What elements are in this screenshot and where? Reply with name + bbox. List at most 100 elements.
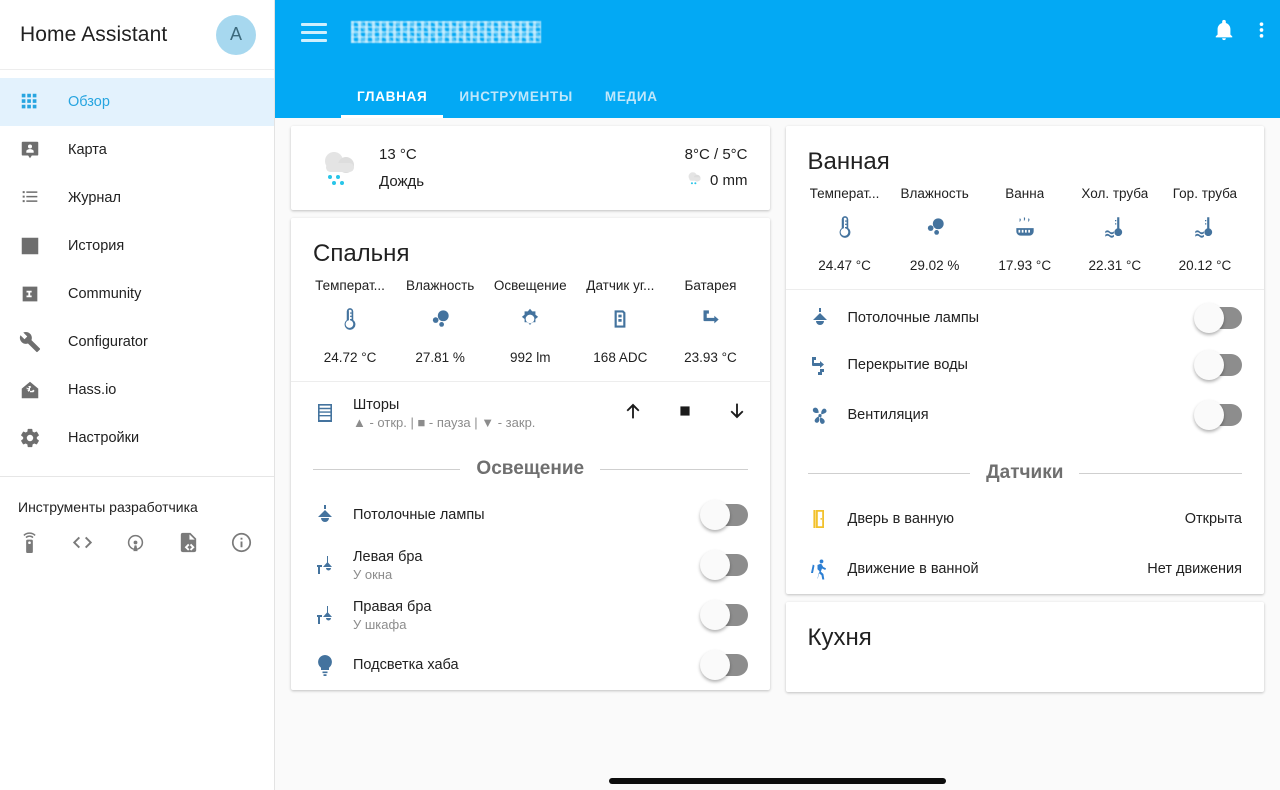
bell-icon[interactable]	[1213, 19, 1235, 46]
sidebar-item-overview[interactable]: Обзор	[0, 78, 274, 126]
arrow-up-icon[interactable]	[622, 400, 644, 427]
light-toggle[interactable]	[699, 650, 748, 680]
section-title: Датчики	[986, 462, 1064, 483]
tab-home[interactable]: ГЛАВНАЯ	[341, 89, 444, 118]
developer-tools-row	[0, 515, 274, 559]
switch-text: Перекрытие воды	[848, 357, 1197, 373]
switch-toggle[interactable]	[1194, 400, 1242, 430]
sidebar-item-logbook[interactable]: Журнал	[0, 174, 274, 222]
section-line-left	[807, 472, 971, 474]
sidebar-item-configurator[interactable]: Configurator	[0, 318, 274, 366]
tab-media[interactable]: МЕДИА	[589, 89, 674, 118]
weather-forecast: 8°C / 5°C 0 mm	[685, 146, 748, 191]
light-toggle[interactable]	[699, 550, 748, 580]
sensor-label: Датчик уг...	[586, 278, 655, 293]
light-name: Правая бра	[353, 598, 432, 615]
sensor-label: Батарея	[684, 278, 737, 293]
wall-sconce-icon	[313, 603, 353, 627]
cover-controls	[622, 400, 748, 427]
grid-icon	[18, 90, 42, 114]
bathroom-switch-ceiling: Потолочные лампы	[786, 290, 1265, 340]
hamburger-icon[interactable]	[301, 22, 327, 42]
tab-bar: ГЛАВНАЯ ИНСТРУМЕНТЫ МЕДИА	[275, 64, 1280, 118]
light-text: Потолочные лампы	[353, 507, 702, 523]
cover-name: Шторы	[353, 396, 400, 413]
sensor-label: Хол. труба	[1081, 186, 1149, 201]
bedroom-card: Спальня Температ... 24.72 °C Влажность 2…	[291, 218, 770, 690]
weather-precipitation-value: 0 mm	[710, 172, 748, 189]
page-title-redacted	[351, 21, 541, 43]
binary-sensor-text: Дверь в ванную	[848, 511, 1185, 527]
bedroom-cover-row: Шторы ▲ - откр. | ■ - пауза | ▼ - закр.	[291, 382, 770, 444]
sensor-humidity[interactable]: Влажность 27.81 %	[395, 278, 485, 365]
sensor-gas[interactable]: Датчик уг... 168 ADC	[575, 278, 665, 365]
rainy-icon	[313, 146, 369, 190]
file-code-icon[interactable]	[177, 531, 200, 559]
gas-canister-icon	[607, 306, 633, 337]
sensor-value: 168 ADC	[593, 350, 648, 365]
app-bar-actions	[1213, 19, 1264, 46]
sensor-illuminance[interactable]: Освещение 992 lm	[485, 278, 575, 365]
arrow-down-icon[interactable]	[726, 400, 748, 427]
sidebar-item-map[interactable]: Карта	[0, 126, 274, 174]
pipe-valve-icon	[808, 353, 848, 377]
dots-vertical-icon[interactable]	[1259, 19, 1264, 46]
sensor-label: Температ...	[315, 278, 385, 293]
information-icon[interactable]	[230, 531, 253, 559]
sidebar-item-label: Карта	[68, 142, 107, 158]
ceiling-light-icon	[313, 503, 353, 527]
sidebar-item-community[interactable]: Community	[0, 270, 274, 318]
light-name: Левая бра	[353, 548, 423, 565]
sensor-label: Влажность	[900, 186, 969, 201]
sensor-value: 22.31 °C	[1088, 258, 1142, 273]
sensor-value: 17.93 °C	[998, 258, 1052, 273]
weather-card[interactable]: 13 °C Дождь 8°C / 5°C 0 mm	[291, 126, 770, 210]
thermometer-icon	[832, 214, 858, 245]
sensor-humidity[interactable]: Влажность 29.02 %	[890, 186, 980, 273]
switch-toggle[interactable]	[1194, 303, 1242, 333]
sidebar-item-history[interactable]: История	[0, 222, 274, 270]
sensor-cold-pipe[interactable]: Хол. труба 22.31 °C	[1070, 186, 1160, 273]
avatar[interactable]: A	[216, 14, 256, 55]
section-line-left	[313, 468, 461, 470]
broadcast-icon[interactable]	[124, 531, 147, 559]
sidebar-item-label: Community	[68, 286, 142, 302]
sensor-hot-pipe[interactable]: Гор. труба 20.12 °C	[1160, 186, 1250, 273]
stop-square-icon[interactable]	[674, 400, 696, 427]
sensor-value: 29.02 %	[909, 258, 960, 273]
tab-tools[interactable]: ИНСТРУМЕНТЫ	[443, 89, 589, 118]
binary-sensor-name: Движение в ванной	[847, 561, 979, 577]
sensor-bath[interactable]: Ванна 17.93 °C	[980, 186, 1070, 273]
light-name: Потолочные лампы	[353, 507, 485, 523]
main-area: ГЛАВНАЯ ИНСТРУМЕНТЫ МЕДИА 13 °C Дождь 8°…	[275, 0, 1280, 790]
fan-icon	[808, 403, 848, 427]
ceiling-light-icon	[808, 306, 848, 330]
column-right: Ванная Температ... 24.47 °C Влажность 29…	[778, 126, 1273, 790]
light-toggle[interactable]	[699, 500, 748, 530]
weather-high-low: 8°C / 5°C	[684, 145, 748, 163]
bedroom-lighting-section: Освещение	[291, 444, 770, 490]
light-name: Подсветка хаба	[353, 657, 459, 673]
sensor-temperature[interactable]: Температ... 24.47 °C	[800, 186, 890, 273]
hot-tub-icon	[1012, 214, 1038, 245]
switch-toggle[interactable]	[1194, 350, 1242, 380]
kitchen-card: Кухня	[785, 602, 1264, 692]
light-toggle[interactable]	[699, 600, 748, 630]
light-text: Подсветка хаба	[353, 657, 702, 673]
sensor-battery[interactable]: Батарея 23.93 °C	[665, 278, 755, 365]
sidebar-item-label: Обзор	[68, 94, 110, 110]
sidebar-item-hassio[interactable]: Hass.io	[0, 366, 274, 414]
toggle-thumb	[699, 550, 730, 580]
binary-sensor-name: Дверь в ванную	[847, 511, 955, 527]
sidebar: Home Assistant A Обзор Карта Журнал Исто…	[0, 0, 275, 790]
home-assistant-app: Home Assistant A Обзор Карта Журнал Исто…	[0, 0, 1280, 790]
sensor-temperature[interactable]: Температ... 24.72 °C	[305, 278, 395, 365]
bathroom-title: Ванная	[807, 148, 890, 175]
section-line-right	[1079, 472, 1242, 474]
code-tags-icon[interactable]	[71, 531, 94, 559]
pipe-icon	[697, 306, 723, 337]
app-title: Home Assistant	[20, 22, 168, 46]
remote-icon[interactable]	[18, 531, 41, 559]
sidebar-item-settings[interactable]: Настройки	[0, 414, 274, 462]
community-icon	[18, 282, 42, 306]
